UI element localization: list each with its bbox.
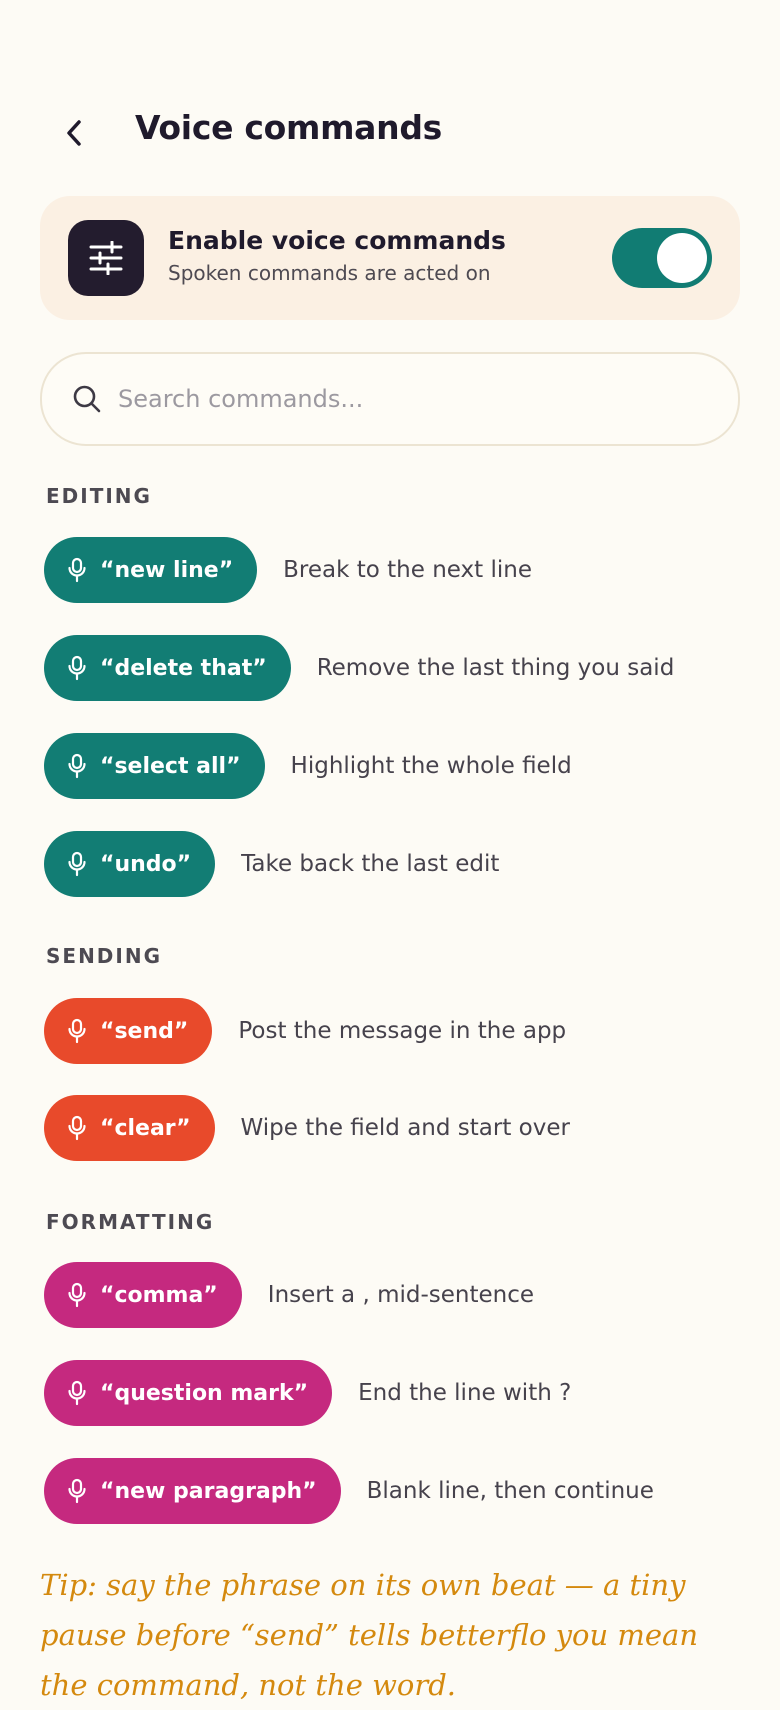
command-row: “undo” Take back the last edit bbox=[44, 831, 499, 897]
command-description: Remove the last thing you said bbox=[316, 655, 675, 681]
command-phrase: “comma” bbox=[100, 1282, 218, 1308]
command-chip-send[interactable]: “send” bbox=[44, 998, 213, 1064]
page-title: Voice commands bbox=[135, 108, 442, 147]
command-chip-new-paragraph[interactable]: “new paragraph” bbox=[44, 1458, 341, 1524]
command-row: “delete that” Remove the last thing you … bbox=[44, 635, 674, 701]
microphone-icon bbox=[66, 851, 88, 877]
command-phrase: “select all” bbox=[100, 753, 241, 779]
command-row: “new paragraph” Blank line, then continu… bbox=[44, 1458, 654, 1524]
sliders-icon bbox=[68, 220, 144, 296]
enable-subtitle: Spoken commands are acted on bbox=[168, 261, 491, 285]
command-description: Blank line, then continue bbox=[366, 1478, 654, 1504]
command-description: Highlight the whole field bbox=[290, 753, 572, 779]
microphone-icon bbox=[66, 655, 88, 681]
command-chip-comma[interactable]: “comma” bbox=[44, 1262, 242, 1328]
microphone-icon bbox=[66, 753, 88, 779]
toggle-knob bbox=[657, 233, 707, 283]
command-description: Wipe the field and start over bbox=[240, 1115, 570, 1141]
command-chip-select-all[interactable]: “select all” bbox=[44, 733, 265, 799]
command-chip-question-mark[interactable]: “question mark” bbox=[44, 1360, 333, 1426]
command-description: Post the message in the app bbox=[238, 1018, 567, 1044]
command-description: End the line with ? bbox=[358, 1380, 572, 1406]
command-description: Take back the last edit bbox=[241, 851, 500, 877]
command-chip-clear[interactable]: “clear” bbox=[44, 1095, 215, 1161]
command-phrase: “undo” bbox=[100, 851, 192, 877]
command-phrase: “send” bbox=[100, 1018, 189, 1044]
command-phrase: “new line” bbox=[100, 557, 234, 583]
command-row: “comma” Insert a , mid-sentence bbox=[44, 1262, 534, 1328]
command-chip-new-line[interactable]: “new line” bbox=[44, 537, 258, 603]
command-phrase: “delete that” bbox=[100, 655, 267, 681]
chevron-left-icon bbox=[67, 120, 81, 146]
search-input[interactable] bbox=[118, 354, 708, 444]
voice-commands-toggle[interactable] bbox=[612, 228, 712, 288]
command-phrase: “clear” bbox=[100, 1115, 191, 1141]
command-phrase: “new paragraph” bbox=[100, 1478, 317, 1504]
microphone-icon bbox=[66, 557, 88, 583]
command-chip-delete-that[interactable]: “delete that” bbox=[44, 635, 291, 701]
search-box bbox=[40, 352, 740, 446]
command-row: “send” Post the message in the app bbox=[44, 998, 566, 1064]
microphone-icon bbox=[66, 1380, 88, 1406]
command-row: “question mark” End the line with ? bbox=[44, 1360, 571, 1426]
command-description: Break to the next line bbox=[283, 557, 532, 583]
command-row: “new line” Break to the next line bbox=[44, 537, 532, 603]
section-label-formatting: FORMATTING bbox=[46, 1210, 215, 1234]
enable-voice-commands-card: Enable voice commands Spoken commands ar… bbox=[40, 196, 740, 320]
search-icon bbox=[73, 385, 101, 413]
microphone-icon bbox=[66, 1282, 88, 1308]
section-label-sending: SENDING bbox=[46, 944, 163, 968]
microphone-icon bbox=[66, 1478, 88, 1504]
command-description: Insert a , mid-sentence bbox=[267, 1282, 535, 1308]
command-row: “select all” Highlight the whole field bbox=[44, 733, 572, 799]
microphone-icon bbox=[66, 1018, 88, 1044]
section-label-editing: EDITING bbox=[46, 484, 152, 508]
microphone-icon bbox=[66, 1115, 88, 1141]
header: Voice commands bbox=[0, 92, 780, 172]
command-phrase: “question mark” bbox=[100, 1380, 309, 1406]
back-button[interactable] bbox=[52, 110, 98, 156]
enable-title: Enable voice commands bbox=[168, 226, 506, 255]
command-chip-undo[interactable]: “undo” bbox=[44, 831, 216, 897]
command-row: “clear” Wipe the field and start over bbox=[44, 1095, 570, 1161]
